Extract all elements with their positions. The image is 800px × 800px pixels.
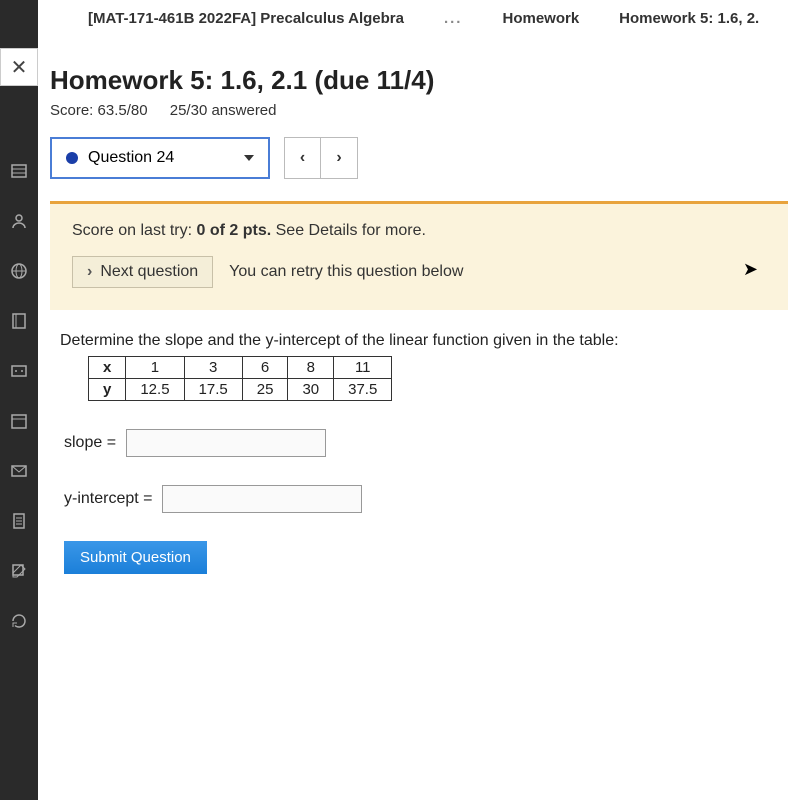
score-value: 63.5/80 bbox=[98, 102, 148, 119]
last-try-score: Score on last try: 0 of 2 pts. See Detai… bbox=[72, 222, 766, 240]
question-selector-label: Question 24 bbox=[88, 149, 174, 167]
table-header-y: y bbox=[89, 379, 126, 401]
table-cell: 3 bbox=[184, 357, 242, 379]
breadcrumb: [MAT-171-461B 2022FA] Precalculus Algebr… bbox=[38, 0, 800, 37]
breadcrumb-current[interactable]: Homework 5: 1.6, 2. bbox=[619, 10, 759, 27]
sidebar-calendar-icon[interactable] bbox=[8, 410, 30, 432]
retry-text: You can retry this question below bbox=[229, 263, 463, 281]
breadcrumb-homework[interactable]: Homework bbox=[502, 10, 579, 27]
score-label: Score: bbox=[50, 102, 93, 119]
sidebar-grades-icon[interactable] bbox=[8, 360, 30, 382]
status-dot-icon bbox=[66, 152, 78, 164]
cursor-icon: ➤ bbox=[743, 259, 758, 280]
next-question-link[interactable]: › Next question bbox=[72, 256, 213, 288]
table-cell: 12.5 bbox=[126, 379, 184, 401]
breadcrumb-course[interactable]: [MAT-171-461B 2022FA] Precalculus Algebr… bbox=[88, 10, 404, 27]
table-row: y 12.5 17.5 25 30 37.5 bbox=[89, 379, 392, 401]
prev-question-button[interactable]: ‹ bbox=[285, 138, 321, 178]
question-body: Determine the slope and the y-intercept … bbox=[50, 332, 788, 574]
sidebar-building-icon[interactable] bbox=[8, 160, 30, 182]
question-text: Determine the slope and the y-intercept … bbox=[60, 332, 778, 350]
sidebar-refresh-icon[interactable] bbox=[8, 610, 30, 632]
chevron-down-icon bbox=[244, 155, 254, 161]
yintercept-label: y-intercept = bbox=[64, 490, 152, 508]
table-cell: 11 bbox=[334, 357, 392, 379]
sidebar-edit-icon[interactable] bbox=[8, 560, 30, 582]
slope-input[interactable] bbox=[126, 429, 326, 457]
chevron-right-icon: › bbox=[336, 149, 341, 167]
breadcrumb-dots[interactable]: ... bbox=[444, 10, 463, 27]
left-sidebar bbox=[0, 0, 38, 800]
table-cell: 37.5 bbox=[334, 379, 392, 401]
table-cell: 8 bbox=[288, 357, 334, 379]
sidebar-globe-icon[interactable] bbox=[8, 260, 30, 282]
data-table: x 1 3 6 8 11 y 12.5 17.5 25 30 37.5 bbox=[88, 356, 392, 401]
question-nav: ‹ › bbox=[284, 137, 358, 179]
sidebar-person-icon[interactable] bbox=[8, 210, 30, 232]
table-cell: 1 bbox=[126, 357, 184, 379]
close-button[interactable]: ✕ bbox=[0, 48, 38, 86]
slope-label: slope = bbox=[64, 434, 116, 452]
sidebar-book-icon[interactable] bbox=[8, 310, 30, 332]
close-icon: ✕ bbox=[11, 55, 28, 80]
next-question-button[interactable]: › bbox=[321, 138, 357, 178]
question-selector[interactable]: Question 24 bbox=[50, 137, 270, 179]
table-cell: 30 bbox=[288, 379, 334, 401]
table-cell: 25 bbox=[242, 379, 288, 401]
sidebar-mail-icon[interactable] bbox=[8, 460, 30, 482]
next-question-label: Next question bbox=[100, 263, 198, 281]
table-header-x: x bbox=[89, 357, 126, 379]
table-cell: 17.5 bbox=[184, 379, 242, 401]
answered-count: 25/30 answered bbox=[170, 102, 277, 119]
score-line: Score: 63.5/80 25/30 answered bbox=[50, 102, 788, 119]
table-cell: 6 bbox=[242, 357, 288, 379]
chevron-left-icon: ‹ bbox=[300, 149, 305, 167]
table-row: x 1 3 6 8 11 bbox=[89, 357, 392, 379]
submit-question-button[interactable]: Submit Question bbox=[64, 541, 207, 574]
homework-title: Homework 5: 1.6, 2.1 (due 11/4) bbox=[50, 65, 788, 96]
sidebar-doc-icon[interactable] bbox=[8, 510, 30, 532]
chevron-right-icon: › bbox=[87, 263, 92, 281]
feedback-panel: Score on last try: 0 of 2 pts. See Detai… bbox=[50, 201, 788, 310]
yintercept-input[interactable] bbox=[162, 485, 362, 513]
